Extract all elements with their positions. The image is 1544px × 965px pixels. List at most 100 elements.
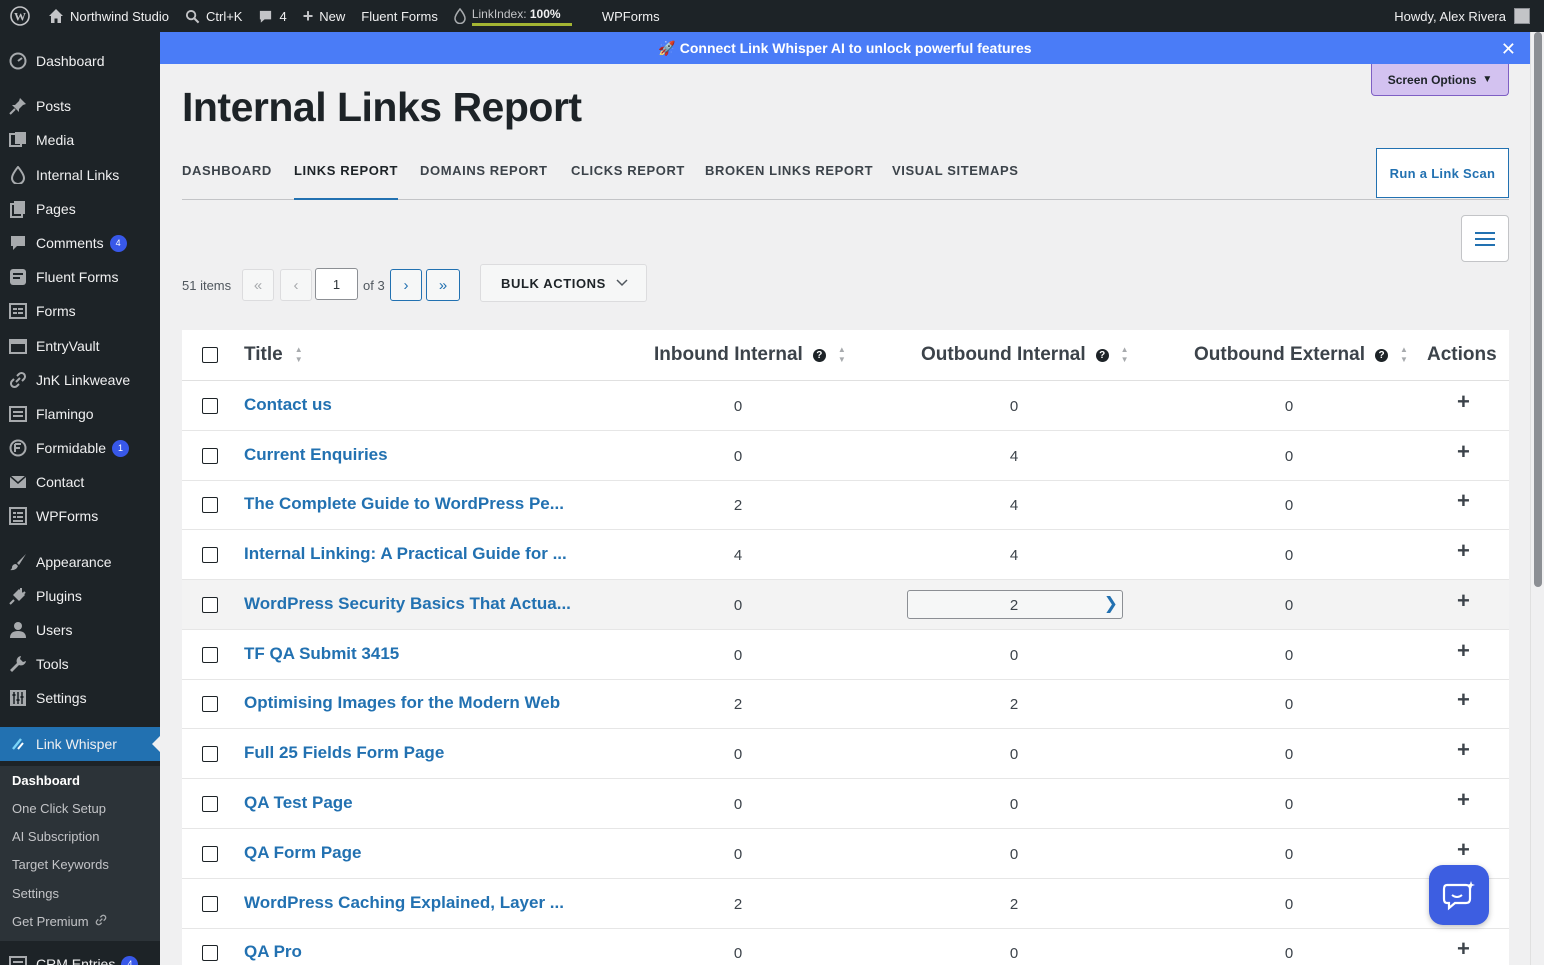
outbound-internal-count[interactable]: 0 bbox=[994, 846, 1034, 863]
help-icon[interactable]: ? bbox=[812, 348, 826, 362]
post-title-link[interactable]: TF QA Submit 3415 bbox=[244, 644, 399, 664]
sidebar-item-pages[interactable]: Pages bbox=[0, 192, 160, 226]
screen-options-button[interactable]: Screen Options ▼ bbox=[1371, 64, 1509, 96]
inbound-internal-count[interactable]: 0 bbox=[718, 597, 758, 614]
outbound-internal-count[interactable]: 0 bbox=[994, 647, 1034, 664]
search-shortcut[interactable]: Ctrl+K bbox=[177, 0, 250, 32]
select-all-checkbox[interactable] bbox=[202, 347, 218, 363]
post-title-link[interactable]: Contact us bbox=[244, 395, 332, 415]
new-content-link[interactable]: + New bbox=[295, 0, 354, 32]
outbound-internal-count[interactable]: 0 bbox=[994, 746, 1034, 763]
outbound-internal-count[interactable]: 0 bbox=[994, 796, 1034, 813]
row-checkbox[interactable] bbox=[202, 896, 218, 912]
sort-icon[interactable]: ▲ ▼ bbox=[1121, 345, 1129, 365]
row-checkbox[interactable] bbox=[202, 497, 218, 513]
post-title-link[interactable]: QA Test Page bbox=[244, 793, 353, 813]
outbound-external-count[interactable]: 0 bbox=[1269, 796, 1309, 813]
outbound-internal-count[interactable]: 4 bbox=[994, 547, 1034, 564]
row-checkbox[interactable] bbox=[202, 846, 218, 862]
outbound-internal-count[interactable]: 2 bbox=[994, 696, 1034, 713]
submenu-item-ai-subscription[interactable]: AI Subscription bbox=[12, 829, 99, 844]
outbound-external-count[interactable]: 0 bbox=[1269, 846, 1309, 863]
fluent-forms-link[interactable]: Fluent Forms bbox=[353, 0, 446, 32]
menu-icon[interactable] bbox=[1461, 215, 1509, 262]
tab-domains-report[interactable]: DOMAINS REPORT bbox=[420, 163, 548, 200]
add-link-icon[interactable]: + bbox=[1457, 837, 1470, 863]
sort-icon[interactable]: ▲ ▼ bbox=[1400, 345, 1408, 365]
post-title-link[interactable]: Full 25 Fields Form Page bbox=[244, 743, 444, 763]
first-page-button[interactable]: « bbox=[242, 269, 274, 301]
outbound-internal-count[interactable]: 4 bbox=[994, 497, 1034, 514]
chevron-right-icon[interactable]: ❯ bbox=[1104, 594, 1118, 614]
submenu-item-dashboard[interactable]: Dashboard bbox=[12, 773, 80, 788]
submenu-item-settings[interactable]: Settings bbox=[12, 886, 59, 901]
outbound-internal-count[interactable]: 2 bbox=[994, 597, 1034, 614]
outbound-external-count[interactable]: 0 bbox=[1269, 497, 1309, 514]
last-page-button[interactable]: » bbox=[426, 269, 460, 301]
bulk-actions-dropdown[interactable]: BULK ACTIONS bbox=[480, 264, 647, 302]
tab-broken-links-report[interactable]: BROKEN LINKS REPORT bbox=[705, 163, 873, 200]
post-title-link[interactable]: Optimising Images for the Modern Web bbox=[244, 693, 560, 713]
row-checkbox[interactable] bbox=[202, 597, 218, 613]
linkindex-indicator[interactable]: LinkIndex: 100% bbox=[446, 0, 580, 32]
sidebar-item-plugins[interactable]: Plugins bbox=[0, 579, 160, 613]
sort-icon[interactable]: ▲ ▼ bbox=[838, 345, 846, 365]
add-link-icon[interactable]: + bbox=[1457, 389, 1470, 415]
sidebar-item-wpforms[interactable]: WPForms bbox=[0, 499, 160, 533]
sidebar-item-dashboard[interactable]: Dashboard bbox=[0, 44, 160, 78]
wpforms-link[interactable]: WPForms bbox=[594, 0, 668, 32]
inbound-internal-column-header[interactable]: Inbound Internal ? ▲ ▼ bbox=[654, 344, 846, 366]
post-title-link[interactable]: QA Pro bbox=[244, 942, 302, 962]
row-checkbox[interactable] bbox=[202, 547, 218, 563]
outbound-external-count[interactable]: 0 bbox=[1269, 696, 1309, 713]
sidebar-item-settings[interactable]: Settings bbox=[0, 681, 160, 715]
row-checkbox[interactable] bbox=[202, 647, 218, 663]
submenu-item-one-click-setup[interactable]: One Click Setup bbox=[12, 801, 106, 816]
inbound-internal-count[interactable]: 0 bbox=[718, 746, 758, 763]
outbound-external-count[interactable]: 0 bbox=[1269, 945, 1309, 962]
add-link-icon[interactable]: + bbox=[1457, 638, 1470, 664]
close-icon[interactable]: ✕ bbox=[1501, 39, 1516, 60]
add-link-icon[interactable]: + bbox=[1457, 737, 1470, 763]
comments-link[interactable]: 4 bbox=[250, 0, 294, 32]
row-checkbox[interactable] bbox=[202, 796, 218, 812]
sidebar-item-formidable[interactable]: Formidable 1 bbox=[0, 431, 160, 465]
outbound-external-count[interactable]: 0 bbox=[1269, 647, 1309, 664]
sidebar-item-appearance[interactable]: Appearance bbox=[0, 545, 160, 579]
outbound-external-column-header[interactable]: Outbound External ? ▲ ▼ bbox=[1194, 344, 1408, 366]
tab-visual-sitemaps[interactable]: VISUAL SITEMAPS bbox=[892, 163, 1019, 200]
current-page-input[interactable] bbox=[315, 268, 358, 300]
scrollbar-thumb[interactable] bbox=[1534, 32, 1542, 587]
outbound-internal-column-header[interactable]: Outbound Internal ? ▲ ▼ bbox=[921, 344, 1129, 366]
submenu-item-get-premium[interactable]: Get Premium bbox=[12, 914, 107, 929]
wordpress-logo-icon[interactable]: W bbox=[0, 0, 40, 32]
add-link-icon[interactable]: + bbox=[1457, 787, 1470, 813]
outbound-external-count[interactable]: 0 bbox=[1269, 547, 1309, 564]
sidebar-item-link-whisper[interactable]: Link Whisper bbox=[0, 727, 160, 761]
sort-icon[interactable]: ▲ ▼ bbox=[295, 345, 303, 365]
row-checkbox[interactable] bbox=[202, 398, 218, 414]
add-link-icon[interactable]: + bbox=[1457, 538, 1470, 564]
add-link-icon[interactable]: + bbox=[1457, 687, 1470, 713]
sidebar-item-fluent-forms[interactable]: Fluent Forms bbox=[0, 260, 160, 294]
outbound-external-count[interactable]: 0 bbox=[1269, 597, 1309, 614]
row-checkbox[interactable] bbox=[202, 945, 218, 961]
outbound-external-count[interactable]: 0 bbox=[1269, 896, 1309, 913]
sidebar-item-tools[interactable]: Tools bbox=[0, 647, 160, 681]
submenu-item-target-keywords[interactable]: Target Keywords bbox=[12, 857, 109, 872]
inbound-internal-count[interactable]: 2 bbox=[718, 696, 758, 713]
sidebar-item-entryvault[interactable]: EntryVault bbox=[0, 329, 160, 363]
post-title-link[interactable]: WordPress Security Basics That Actua... bbox=[244, 594, 571, 614]
inbound-internal-count[interactable]: 0 bbox=[718, 448, 758, 465]
tab-dashboard[interactable]: DASHBOARD bbox=[182, 163, 272, 200]
outbound-internal-count[interactable]: 4 bbox=[994, 448, 1034, 465]
add-link-icon[interactable]: + bbox=[1457, 488, 1470, 514]
inbound-internal-count[interactable]: 0 bbox=[718, 796, 758, 813]
sidebar-item-forms[interactable]: Forms bbox=[0, 294, 160, 328]
inbound-internal-count[interactable]: 0 bbox=[718, 945, 758, 962]
outbound-internal-count[interactable]: 2 bbox=[994, 896, 1034, 913]
add-link-icon[interactable]: + bbox=[1457, 439, 1470, 465]
outbound-internal-count[interactable]: 0 bbox=[994, 945, 1034, 962]
sidebar-item-internal-links[interactable]: Internal Links bbox=[0, 158, 160, 192]
site-name-link[interactable]: Northwind Studio bbox=[40, 0, 177, 32]
